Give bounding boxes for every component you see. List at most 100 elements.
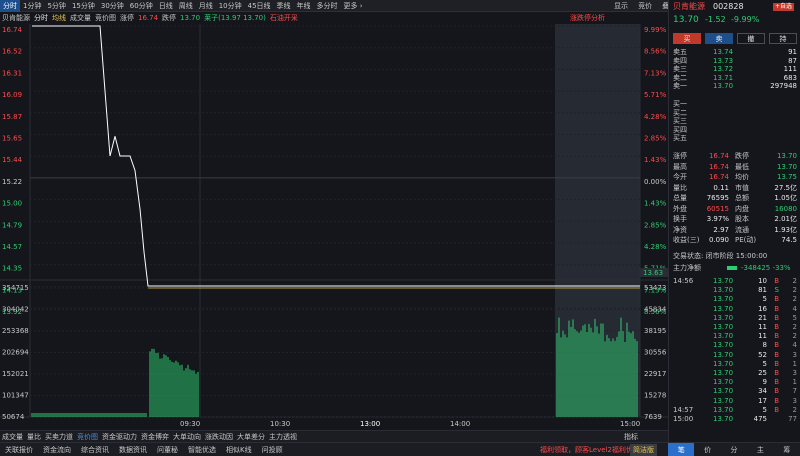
indicator-tab[interactable]: 资金博弈 bbox=[139, 431, 171, 443]
indicator-tab[interactable]: 大单动向 bbox=[171, 431, 203, 443]
stat-row: 外盘 60515 内盘 16080 bbox=[669, 205, 800, 213]
tick-volume: 21 bbox=[758, 314, 767, 322]
footer-link[interactable]: 关联报价 bbox=[0, 443, 38, 456]
price-axis-label: 15.44 bbox=[2, 156, 23, 164]
stat-row: 换手 3.97% 股本 2.01亿 bbox=[669, 215, 800, 223]
timeframe-tab[interactable]: 15分钟 bbox=[69, 0, 98, 12]
indicator-menu-button[interactable]: 指标 bbox=[624, 431, 638, 443]
sell-level[interactable]: 卖五 13.74 91 bbox=[669, 48, 800, 56]
indicator-tab[interactable]: 买卖力道 bbox=[43, 431, 75, 443]
volume-axis-right-label: 7639 bbox=[644, 413, 662, 421]
tick-row: 13.70 9 B 1 bbox=[669, 378, 800, 386]
timeframe-tab[interactable]: 1分钟 bbox=[20, 0, 44, 12]
quote-footer-tab[interactable]: 分 bbox=[721, 443, 747, 456]
footer-link[interactable]: 资金流向 bbox=[38, 443, 76, 456]
footer-link[interactable]: 智能优选 bbox=[183, 443, 221, 456]
tick-volume: 5 bbox=[763, 406, 767, 414]
stat-label: 收益(三) bbox=[673, 236, 699, 244]
mode-switch-button[interactable]: 简洁版 bbox=[630, 444, 657, 456]
indicator-tab[interactable]: 成交量 bbox=[0, 431, 25, 443]
timeframe-tab[interactable]: 季线 bbox=[274, 0, 294, 12]
main-flow-row: 主力净额 -348425 -33% bbox=[669, 264, 800, 272]
tick-row: 14:57 13.70 5 B 2 bbox=[669, 406, 800, 414]
stat-value: 16.74 bbox=[709, 163, 729, 171]
stat-row: 净资 2.97 流通 1.93亿 bbox=[669, 226, 800, 234]
tick-row: 13.70 5 B 2 bbox=[669, 295, 800, 303]
tick-row: 14:56 13.70 10 B 2 bbox=[669, 277, 800, 285]
indicator-tab[interactable]: 主力透视 bbox=[267, 431, 299, 443]
turnover-label[interactable]: 成交量 bbox=[68, 12, 93, 24]
timeframe-tab[interactable]: 60分钟 bbox=[127, 0, 156, 12]
stat-value: 16.74 bbox=[709, 152, 729, 160]
buy-button[interactable]: 买 bbox=[673, 33, 701, 44]
sell-volume: 111 bbox=[784, 65, 797, 73]
stat-label: 总量 bbox=[673, 194, 687, 202]
sell-level[interactable]: 卖一 13.70 297948 bbox=[669, 82, 800, 90]
toolbar-right-item[interactable]: 显示 bbox=[609, 0, 633, 12]
buy-level[interactable]: 买二 bbox=[669, 109, 800, 117]
buy-level[interactable]: 买四 bbox=[669, 126, 800, 134]
indicator-tab[interactable]: 涨跌动因 bbox=[203, 431, 235, 443]
limit-analysis-button[interactable]: 涨跌停分析 bbox=[568, 12, 607, 24]
tick-side: B bbox=[774, 314, 779, 322]
price-axis-label: 15.22 bbox=[2, 178, 22, 186]
footer-link[interactable]: 问董秘 bbox=[152, 443, 183, 456]
footer-link[interactable]: 数据资讯 bbox=[114, 443, 152, 456]
buy-level[interactable]: 买三 bbox=[669, 117, 800, 125]
footer-link[interactable]: 问投顾 bbox=[257, 443, 288, 456]
indicator-tab[interactable]: 大单差分 bbox=[235, 431, 267, 443]
quote-footer-tab[interactable]: 筹 bbox=[774, 443, 800, 456]
pct-axis-label: 1.43% bbox=[644, 156, 667, 164]
timeframe-tab[interactable]: 年线 bbox=[294, 0, 314, 12]
tick-price: 13.70 bbox=[713, 286, 733, 294]
buy-level[interactable]: 买五 bbox=[669, 134, 800, 142]
add-watchlist-button[interactable]: +自选 bbox=[773, 3, 794, 11]
sell-price: 13.74 bbox=[713, 48, 733, 56]
quote-footer-tab[interactable]: 主 bbox=[747, 443, 773, 456]
sell-button[interactable]: 卖 bbox=[705, 33, 733, 44]
indicator-tab[interactable]: 竞价图 bbox=[75, 431, 100, 443]
timeframe-tab[interactable]: 多分时 bbox=[314, 0, 341, 12]
tick-count: 4 bbox=[793, 305, 797, 313]
indicator-tab[interactable]: 资金驱动力 bbox=[100, 431, 139, 443]
indicator-tab[interactable]: 量比 bbox=[25, 431, 43, 443]
avg-line-label[interactable]: 均线 bbox=[50, 12, 68, 24]
timeframe-tab[interactable]: 更多 › bbox=[341, 0, 366, 12]
tick-count: 2 bbox=[793, 277, 797, 285]
tick-row: 13.70 17 B 3 bbox=[669, 397, 800, 405]
limit-up-value: 16.74 bbox=[136, 12, 160, 24]
timeframe-tab[interactable]: 周线 bbox=[176, 0, 196, 12]
sell-level[interactable]: 卖四 13.73 87 bbox=[669, 57, 800, 65]
toolbar-right-item[interactable]: 竞价 bbox=[633, 0, 657, 12]
timeframe-tab[interactable]: 日线 bbox=[156, 0, 176, 12]
sell-level[interactable]: 卖三 13.72 111 bbox=[669, 65, 800, 73]
concept-name[interactable]: 石油开采 bbox=[268, 12, 300, 24]
pct-axis-label: 2.85% bbox=[644, 135, 667, 143]
tick-count: 1 bbox=[793, 378, 797, 386]
stat-row: 收益(三) 0.090 PE(动) 74.5 bbox=[669, 236, 800, 244]
tick-side: B bbox=[774, 387, 779, 395]
timeframe-tab[interactable]: 45日线 bbox=[245, 0, 274, 12]
timeframe-tab[interactable]: 分时 bbox=[0, 0, 20, 12]
footer-link[interactable]: 综合资讯 bbox=[76, 443, 114, 456]
promo-link[interactable]: 福利领取，顾客Level2福利优惠» bbox=[540, 443, 644, 456]
tick-time: 15:00 bbox=[673, 415, 693, 423]
position-button[interactable]: 持 bbox=[769, 33, 797, 44]
auction-label[interactable]: 竞价图 bbox=[93, 12, 118, 24]
sell-level[interactable]: 卖二 13.71 683 bbox=[669, 74, 800, 82]
timeframe-tab[interactable]: 30分钟 bbox=[98, 0, 127, 12]
time-axis-label: 10:30 bbox=[270, 420, 290, 428]
buy-label: 买二 bbox=[673, 109, 687, 117]
timeframe-tab[interactable]: 5分钟 bbox=[44, 0, 68, 12]
cancel-button[interactable]: 撤 bbox=[737, 33, 765, 44]
mode-label[interactable]: 分时 bbox=[32, 12, 50, 24]
buy-level[interactable]: 买一 bbox=[669, 100, 800, 108]
timeframe-tab[interactable]: 10分钟 bbox=[216, 0, 245, 12]
footer-link[interactable]: 相似K线 bbox=[221, 443, 257, 456]
pct-axis-label: 4.28% bbox=[644, 113, 667, 121]
timeframe-tab[interactable]: 月线 bbox=[196, 0, 216, 12]
quote-footer-tab[interactable]: 笔 bbox=[668, 443, 694, 456]
quote-footer-tab[interactable]: 价 bbox=[694, 443, 720, 456]
stat-value: 1.93亿 bbox=[774, 226, 797, 234]
sell-volume: 297948 bbox=[770, 82, 797, 90]
